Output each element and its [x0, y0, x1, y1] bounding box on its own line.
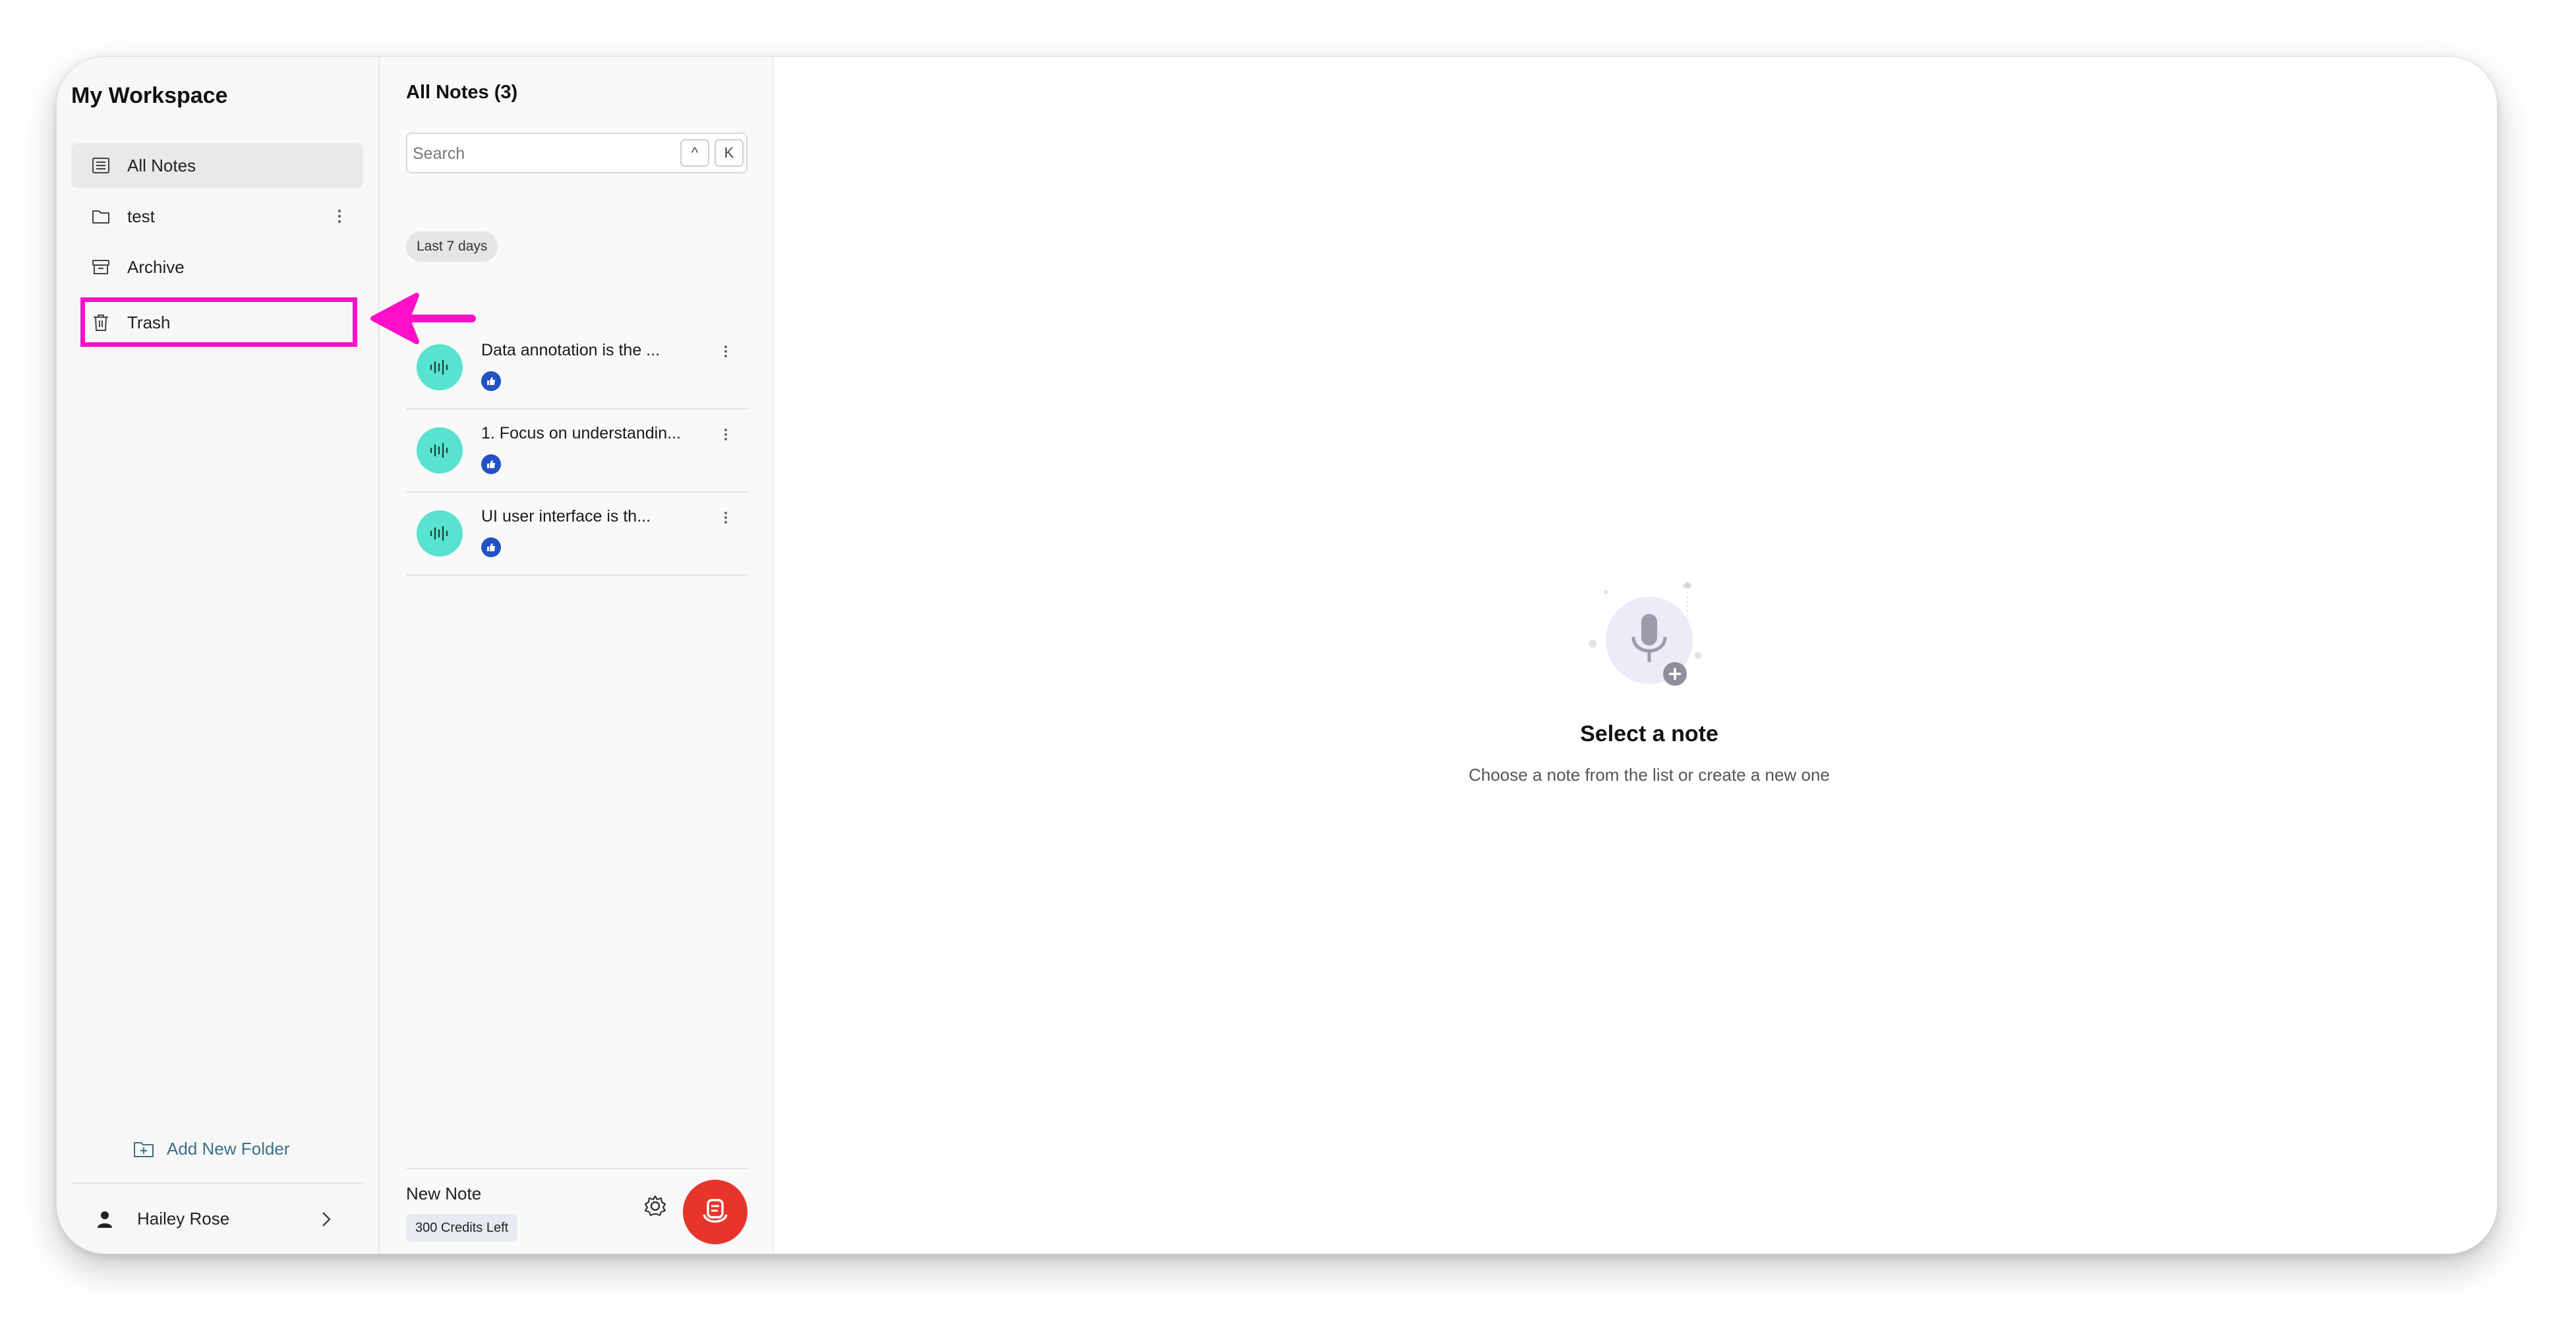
waveform-icon: [430, 526, 448, 541]
thumbs-up-icon: [481, 537, 501, 557]
main-content: Select a note Choose a note from the lis…: [774, 57, 2497, 1254]
add-new-folder-label: Add New Folder: [167, 1138, 290, 1159]
thumbs-up-icon: [481, 371, 501, 391]
gear-icon[interactable]: [642, 1193, 668, 1219]
user-profile-row[interactable]: Hailey Rose: [71, 1182, 363, 1254]
folder-icon: [92, 210, 109, 224]
note-list-item[interactable]: 1. Focus on understandin...: [406, 409, 747, 493]
note-title: UI user interface is th...: [481, 507, 651, 526]
group-label-badge: Last 7 days: [406, 231, 498, 262]
notes-pane-footer: New Note 300 Credits Left: [406, 1168, 747, 1254]
user-icon: [98, 1211, 112, 1228]
empty-state-title: Select a note: [1580, 721, 1718, 746]
note-list-item[interactable]: Data annotation is the ...: [406, 326, 747, 409]
sidebar: My Workspace All Notes test Archive Tras…: [57, 57, 380, 1254]
shortcut-key-ctrl: ^: [680, 139, 709, 167]
trash-highlight-box: [80, 297, 357, 347]
workspace-title: My Workspace: [71, 83, 228, 108]
sidebar-item-all-notes[interactable]: All Notes: [71, 143, 363, 188]
search-box: ^ K: [406, 133, 747, 173]
more-options-icon[interactable]: [722, 341, 729, 362]
sidebar-item-archive[interactable]: Archive: [71, 245, 363, 289]
waveform-icon: [430, 360, 448, 375]
note-audio-avatar: [417, 510, 463, 557]
more-options-icon[interactable]: [336, 203, 343, 229]
chevron-right-icon: [322, 1212, 331, 1226]
note-title: 1. Focus on understandin...: [481, 424, 681, 442]
notes-list-title: All Notes (3): [406, 82, 518, 103]
new-note-label[interactable]: New Note: [406, 1184, 481, 1204]
notes-list-pane: All Notes (3) ^ K Last 7 days Data annot…: [380, 57, 774, 1254]
more-options-icon[interactable]: [722, 424, 729, 445]
user-name: Hailey Rose: [137, 1209, 230, 1228]
sidebar-item-test[interactable]: test: [71, 194, 363, 239]
sidebar-item-label: All Notes: [127, 155, 196, 175]
note-audio-avatar: [417, 427, 463, 473]
note-list-item[interactable]: UI user interface is th...: [406, 493, 747, 576]
credits-badge: 300 Credits Left: [406, 1214, 518, 1242]
empty-state-subtitle: Choose a note from the list or create a …: [1469, 765, 1830, 785]
notes-list-icon: [92, 158, 109, 173]
thumbs-up-icon: [481, 454, 501, 474]
sidebar-item-label: test: [127, 206, 155, 226]
folder-plus-icon: [134, 1142, 154, 1157]
note-audio-avatar: [417, 344, 463, 390]
record-button[interactable]: [683, 1180, 747, 1244]
sidebar-item-label: Archive: [127, 257, 185, 277]
waveform-icon: [430, 443, 448, 458]
search-input[interactable]: [411, 139, 671, 168]
shortcut-key-k: K: [715, 139, 744, 167]
more-options-icon[interactable]: [722, 507, 729, 528]
app-window: My Workspace All Notes test Archive Tras…: [56, 56, 2498, 1254]
archive-icon: [92, 260, 109, 274]
microphone-illustration-icon: [1589, 582, 1701, 686]
note-title: Data annotation is the ...: [481, 341, 660, 359]
add-new-folder-button[interactable]: Add New Folder: [132, 1135, 289, 1162]
record-logo-icon: [703, 1199, 728, 1223]
